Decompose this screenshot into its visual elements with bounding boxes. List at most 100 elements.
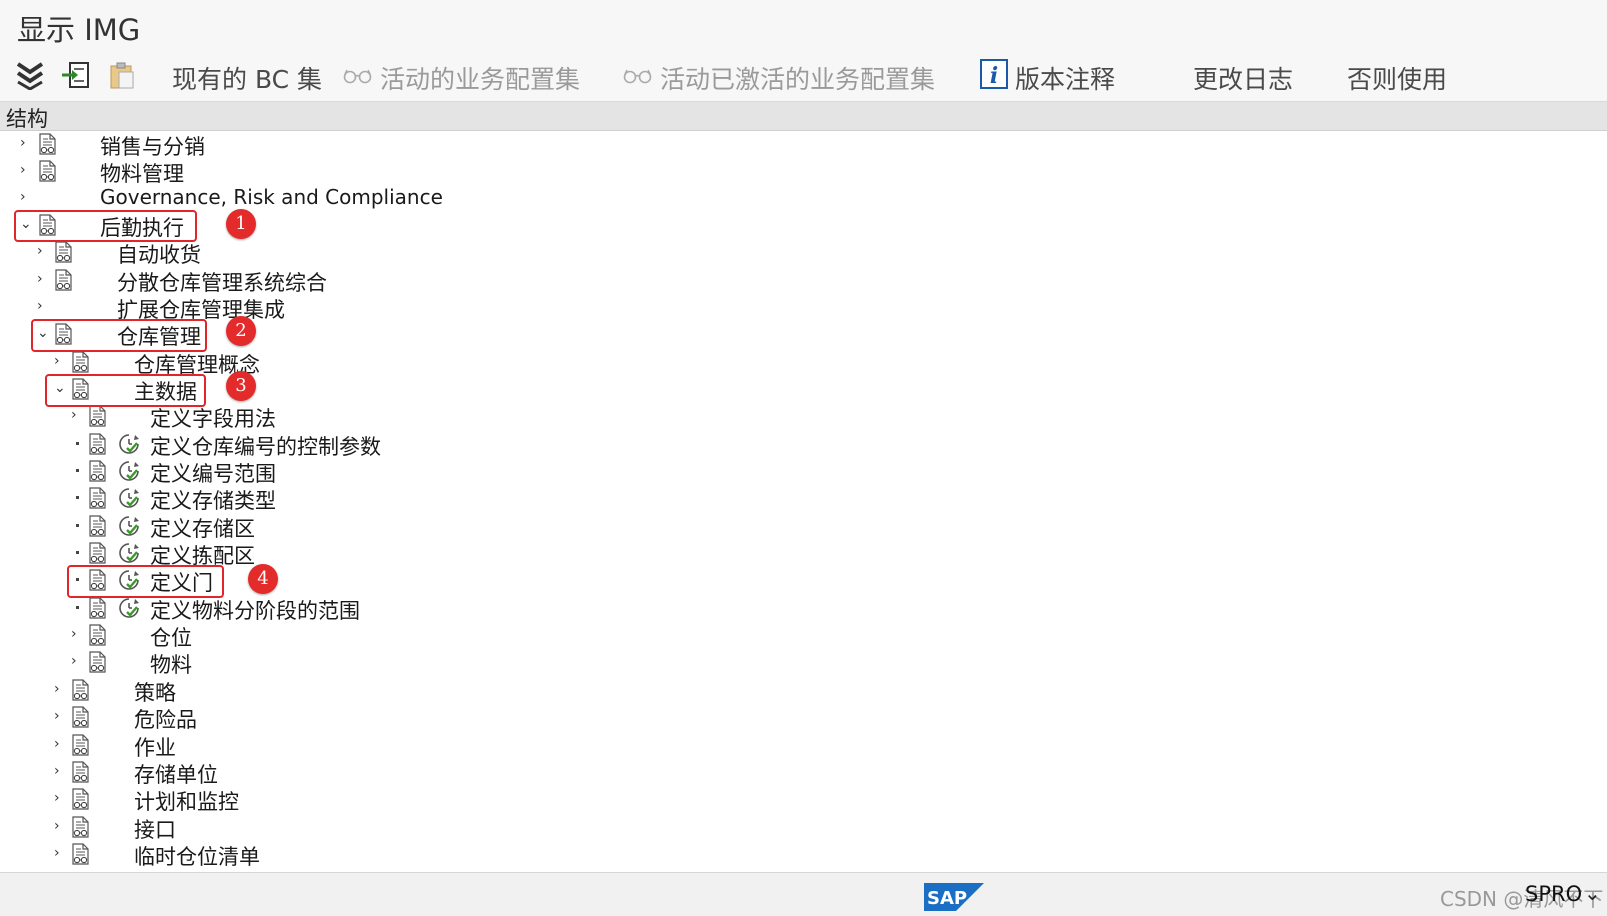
status-bar: SAP CSDN @清风不下 SPRO ⌄ (0, 872, 1607, 916)
tree-node[interactable]: 定义拣配区 (0, 539, 800, 568)
documentation-icon[interactable] (71, 788, 91, 810)
documentation-icon[interactable] (88, 487, 108, 509)
chevron-right-icon[interactable]: › (54, 790, 68, 806)
chevron-right-icon[interactable]: › (37, 271, 51, 287)
execute-clock-icon[interactable] (118, 597, 140, 619)
documentation-icon[interactable] (71, 816, 91, 838)
leaf-dot-icon (76, 524, 79, 527)
tree-node[interactable]: › 分散仓库管理系统综合 (0, 266, 800, 295)
tree-node-label: 危险品 (134, 708, 197, 732)
structure-header: 结构 (0, 102, 1607, 131)
tree-node[interactable]: › 策略 (0, 676, 800, 705)
execute-clock-icon[interactable] (118, 487, 140, 509)
documentation-icon[interactable] (38, 133, 58, 155)
tree-node[interactable]: › 计划和监控 (0, 785, 800, 814)
documentation-icon[interactable] (71, 679, 91, 701)
chevron-right-icon[interactable]: › (37, 298, 51, 314)
leaf-dot-icon (76, 496, 79, 499)
tree-node-label: 定义存储类型 (150, 489, 276, 513)
chevron-right-icon[interactable]: › (20, 162, 34, 178)
documentation-icon[interactable] (71, 351, 91, 373)
title-bar: 显示 IMG (0, 0, 1607, 51)
tree-node-label: 定义字段用法 (150, 407, 276, 431)
tree-node[interactable]: › 扩展仓库管理集成 (0, 293, 800, 322)
execute-clock-icon[interactable] (118, 542, 140, 564)
tree-node[interactable]: 定义仓库编号的控制参数 (0, 430, 800, 459)
tree-node[interactable]: › 自动收货 (0, 238, 800, 267)
chevron-down-icon[interactable]: ⌄ (1584, 881, 1601, 905)
chevron-right-icon[interactable]: › (54, 736, 68, 752)
documentation-icon[interactable] (88, 651, 108, 673)
expand-all-icon[interactable] (14, 60, 46, 91)
tree-node[interactable]: › 临时仓位清单 (0, 840, 800, 869)
img-tree: › 销售与分销 › 物料管理 › Governance, Risk and Co… (0, 130, 1607, 872)
tree-node[interactable]: › 仓位 (0, 621, 800, 650)
documentation-icon[interactable] (88, 433, 108, 455)
documentation-icon[interactable] (71, 761, 91, 783)
leaf-dot-icon (76, 551, 79, 554)
tree-node[interactable]: › 销售与分销 (0, 130, 800, 159)
execute-clock-icon[interactable] (118, 433, 140, 455)
chevron-right-icon[interactable]: › (71, 653, 85, 669)
tree-node[interactable]: › 危险品 (0, 703, 800, 732)
release-notes-button[interactable]: 版本注释 (1015, 60, 1115, 96)
chevron-right-icon[interactable]: › (20, 135, 34, 151)
tree-node[interactable]: › 存储单位 (0, 758, 800, 787)
tree-node[interactable]: › Governance, Risk and Compliance (0, 184, 800, 211)
tree-node-label: Governance, Risk and Compliance (100, 185, 443, 209)
info-icon[interactable]: i (980, 59, 1012, 89)
tree-node[interactable]: 定义编号范围 (0, 457, 800, 486)
documentation-icon[interactable] (71, 706, 91, 728)
documentation-icon[interactable] (88, 460, 108, 482)
tree-node[interactable]: 定义存储类型 (0, 484, 800, 513)
chevron-right-icon[interactable]: › (71, 407, 85, 423)
chevron-right-icon[interactable]: › (54, 708, 68, 724)
execute-clock-icon[interactable] (118, 515, 140, 537)
chevron-right-icon[interactable]: › (54, 818, 68, 834)
svg-text:i: i (990, 63, 998, 89)
chevron-right-icon[interactable]: › (20, 189, 34, 205)
documentation-icon[interactable] (88, 405, 108, 427)
where-used-button[interactable]: 否则使用 (1347, 60, 1447, 96)
chevron-right-icon[interactable]: › (37, 243, 51, 259)
execute-clock-icon[interactable] (118, 460, 140, 482)
tree-node[interactable]: › 仓库管理概念 (0, 348, 800, 377)
tree-node[interactable]: 定义存储区 (0, 512, 800, 541)
annotation-highlight (67, 565, 224, 598)
existing-bc-sets-button[interactable]: 现有的 BC 集 (172, 60, 322, 96)
import-icon[interactable] (60, 60, 92, 90)
tree-node[interactable]: › 作业 (0, 731, 800, 760)
annotation-badge: 4 (248, 564, 278, 594)
structure-header-label: 结构 (6, 107, 48, 131)
chevron-right-icon[interactable]: › (54, 763, 68, 779)
documentation-icon[interactable] (71, 734, 91, 756)
tree-node[interactable]: › 物料管理 (0, 157, 800, 186)
tree-node[interactable]: 定义物料分阶段的范围 (0, 594, 800, 623)
documentation-icon[interactable] (88, 597, 108, 619)
tree-node[interactable]: › 接口 (0, 813, 800, 842)
documentation-icon[interactable] (54, 241, 74, 263)
documentation-icon[interactable] (88, 624, 108, 646)
glasses-icon (343, 68, 373, 84)
tree-node[interactable]: › 物料 (0, 648, 800, 677)
activated-bc-sets-button[interactable]: 活动已激活的业务配置集 (660, 60, 935, 96)
transaction-code[interactable]: SPRO (1525, 882, 1582, 906)
documentation-icon[interactable] (88, 515, 108, 537)
chevron-right-icon[interactable]: › (71, 626, 85, 642)
clipboard-icon[interactable] (106, 60, 138, 90)
tree-node-label: 临时仓位清单 (134, 845, 260, 869)
chevron-right-icon[interactable]: › (54, 845, 68, 861)
documentation-icon[interactable] (38, 160, 58, 182)
chevron-right-icon[interactable]: › (54, 353, 68, 369)
annotation-badge: 1 (226, 209, 256, 239)
documentation-icon[interactable] (54, 269, 74, 291)
chevron-right-icon[interactable]: › (54, 681, 68, 697)
glasses-icon (623, 68, 653, 84)
tree-node-label: 物料 (150, 653, 192, 677)
annotation-badge: 2 (226, 316, 256, 346)
documentation-icon[interactable] (71, 843, 91, 865)
annotation-highlight (14, 210, 197, 242)
active-bc-sets-button[interactable]: 活动的业务配置集 (380, 60, 580, 96)
change-log-button[interactable]: 更改日志 (1193, 60, 1293, 96)
documentation-icon[interactable] (88, 542, 108, 564)
